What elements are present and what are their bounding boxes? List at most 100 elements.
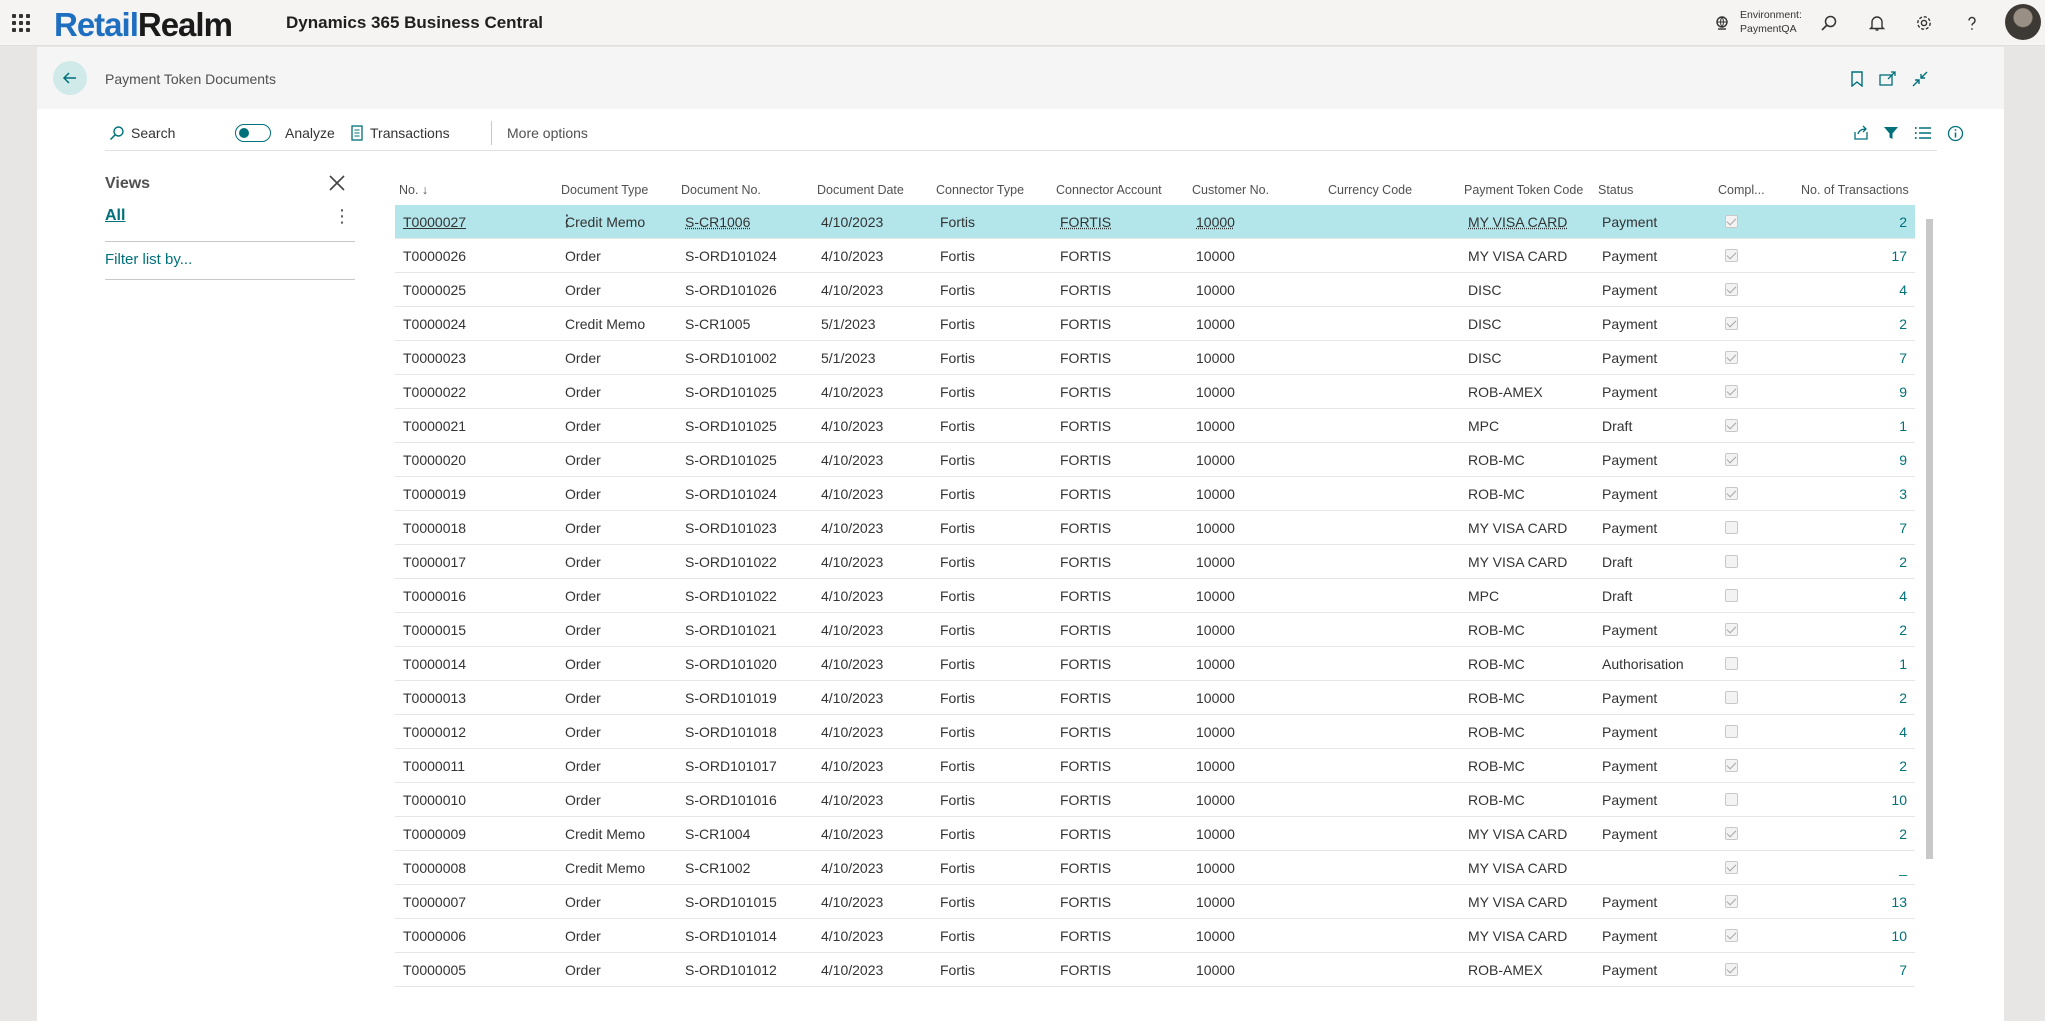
col-header-document-no[interactable]: Document No. xyxy=(681,183,761,197)
table-row[interactable]: T0000018 Order S-ORD101023 4/10/2023 Fortis F… xyxy=(395,511,1915,545)
col-header-connector-type[interactable]: Connector Type xyxy=(936,183,1024,197)
cell-no-of-transactions[interactable]: 2 xyxy=(1847,622,1907,638)
cell-no[interactable]: T0000013 xyxy=(403,690,466,706)
cell-no-of-transactions[interactable]: 1 xyxy=(1847,418,1907,434)
cell-no[interactable]: T0000008 xyxy=(403,860,466,876)
cell-no-of-transactions[interactable]: 3 xyxy=(1847,486,1907,502)
cell-no-of-transactions[interactable]: 2 xyxy=(1847,826,1907,842)
table-row[interactable]: T0000019 Order S-ORD101024 4/10/2023 Fortis F… xyxy=(395,477,1915,511)
cell-no[interactable]: T0000023 xyxy=(403,350,466,366)
cell-no-of-transactions[interactable]: 1 xyxy=(1847,656,1907,672)
cell-no[interactable]: T0000017 xyxy=(403,554,466,570)
cell-no[interactable]: T0000027 xyxy=(403,214,466,230)
bookmark-icon[interactable] xyxy=(1847,69,1867,89)
cell-no[interactable]: T0000014 xyxy=(403,656,466,672)
table-row[interactable]: T0000025 Order S-ORD101026 4/10/2023 Fortis F… xyxy=(395,273,1915,307)
col-header-customer-no[interactable]: Customer No. xyxy=(1192,183,1269,197)
waffle-icon[interactable] xyxy=(12,14,30,32)
avatar[interactable] xyxy=(2005,4,2041,40)
col-header-connector-account[interactable]: Connector Account xyxy=(1056,183,1162,197)
cell-no-of-transactions[interactable]: 2 xyxy=(1847,214,1907,230)
bell-icon[interactable] xyxy=(1866,12,1888,34)
table-row[interactable]: T0000022 Order S-ORD101025 4/10/2023 Fortis F… xyxy=(395,375,1915,409)
cell-no-of-transactions[interactable]: 4 xyxy=(1847,282,1907,298)
view-all-link[interactable]: All xyxy=(105,207,125,225)
table-row[interactable]: T0000021 Order S-ORD101025 4/10/2023 Fortis F… xyxy=(395,409,1915,443)
cell-no-of-transactions[interactable]: 7 xyxy=(1847,520,1907,536)
cell-no-of-transactions[interactable]: 10 xyxy=(1847,792,1907,808)
close-icon[interactable] xyxy=(327,173,347,193)
analyze-toggle[interactable]: Analyze xyxy=(235,123,335,143)
back-button[interactable] xyxy=(53,61,87,95)
col-header-currency-code[interactable]: Currency Code xyxy=(1328,183,1412,197)
cell-no[interactable]: T0000018 xyxy=(403,520,466,536)
more-options-button[interactable]: More options xyxy=(479,123,588,143)
open-new-window-icon[interactable] xyxy=(1878,69,1898,89)
table-row[interactable]: T0000013 Order S-ORD101019 4/10/2023 Fortis F… xyxy=(395,681,1915,715)
table-row[interactable]: T0000012 Order S-ORD101018 4/10/2023 Fortis F… xyxy=(395,715,1915,749)
col-header-document-date[interactable]: Document Date xyxy=(817,183,904,197)
table-row[interactable]: T0000017 Order S-ORD101022 4/10/2023 Fortis F… xyxy=(395,545,1915,579)
col-header-payment-token-code[interactable]: Payment Token Code xyxy=(1464,183,1583,197)
cell-no-of-transactions[interactable]: 4 xyxy=(1847,724,1907,740)
cell-no[interactable]: T0000022 xyxy=(403,384,466,400)
table-row[interactable]: T0000008 Credit Memo S-CR1002 4/10/2023 Fort… xyxy=(395,851,1915,885)
cell-no-of-transactions[interactable]: 9 xyxy=(1847,452,1907,468)
cell-no-of-transactions[interactable]: 2 xyxy=(1847,316,1907,332)
cell-no[interactable]: T0000012 xyxy=(403,724,466,740)
search-action[interactable]: Search xyxy=(109,123,175,143)
table-row[interactable]: T0000011 Order S-ORD101017 4/10/2023 Fortis F… xyxy=(395,749,1915,783)
share-icon[interactable] xyxy=(1852,123,1870,143)
table-row[interactable]: T0000005 Order S-ORD101012 4/10/2023 Fortis F… xyxy=(395,953,1915,987)
view-more-icon[interactable]: ⋮ xyxy=(333,206,351,227)
cell-no-of-transactions[interactable]: 10 xyxy=(1847,928,1907,944)
table-row[interactable]: T0000020 Order S-ORD101025 4/10/2023 Fortis F… xyxy=(395,443,1915,477)
row-actions-icon[interactable]: ⋮ xyxy=(559,211,575,231)
table-row[interactable]: T0000027 Credit Memo S-CR1006 4/10/2023 Fort… xyxy=(395,205,1915,239)
table-row[interactable]: T0000026 Order S-ORD101024 4/10/2023 Fortis F… xyxy=(395,239,1915,273)
cell-no-of-transactions[interactable]: 7 xyxy=(1847,350,1907,366)
cell-no-of-transactions[interactable]: 2 xyxy=(1847,554,1907,570)
filter-list-link[interactable]: Filter list by... xyxy=(105,251,192,268)
cell-no[interactable]: T0000026 xyxy=(403,248,466,264)
cell-no-of-transactions[interactable]: 2 xyxy=(1847,690,1907,706)
col-header-no[interactable]: No. ↓ xyxy=(399,183,428,197)
help-icon[interactable] xyxy=(1961,12,1983,34)
cell-no[interactable]: T0000024 xyxy=(403,316,466,332)
cell-no[interactable]: T0000015 xyxy=(403,622,466,638)
transactions-action[interactable]: Transactions xyxy=(350,123,450,143)
table-row[interactable]: T0000015 Order S-ORD101021 4/10/2023 Fortis F… xyxy=(395,613,1915,647)
cell-no[interactable]: T0000006 xyxy=(403,928,466,944)
cell-no[interactable]: T0000009 xyxy=(403,826,466,842)
scrollbar-thumb[interactable] xyxy=(1926,219,1933,859)
cell-no[interactable]: T0000010 xyxy=(403,792,466,808)
toggle-switch[interactable] xyxy=(235,124,271,142)
collapse-icon[interactable] xyxy=(1910,69,1930,89)
cell-no[interactable]: T0000020 xyxy=(403,452,466,468)
col-header-document-type[interactable]: Document Type xyxy=(561,183,648,197)
cell-no-of-transactions[interactable]: 2 xyxy=(1847,758,1907,774)
cell-no-of-transactions[interactable]: _ xyxy=(1847,860,1907,876)
vertical-scrollbar[interactable] xyxy=(1923,205,1935,1021)
col-header-status[interactable]: Status xyxy=(1598,183,1633,197)
cell-no[interactable]: T0000007 xyxy=(403,894,466,910)
cell-no-of-transactions[interactable]: 13 xyxy=(1847,894,1907,910)
cell-no-of-transactions[interactable]: 4 xyxy=(1847,588,1907,604)
table-row[interactable]: T0000016 Order S-ORD101022 4/10/2023 Fortis F… xyxy=(395,579,1915,613)
table-row[interactable]: T0000023 Order S-ORD101002 5/1/2023 Fortis FO… xyxy=(395,341,1915,375)
table-row[interactable]: T0000024 Credit Memo S-CR1005 5/1/2023 Forti… xyxy=(395,307,1915,341)
brand-logo[interactable]: RetailRealm xyxy=(54,6,233,44)
cell-no[interactable]: T0000016 xyxy=(403,588,466,604)
app-title[interactable]: Dynamics 365 Business Central xyxy=(286,13,543,33)
filter-icon[interactable] xyxy=(1883,123,1899,143)
table-row[interactable]: T0000007 Order S-ORD101015 4/10/2023 Fortis F… xyxy=(395,885,1915,919)
table-row[interactable]: T0000014 Order S-ORD101020 4/10/2023 Fortis F… xyxy=(395,647,1915,681)
cell-no-of-transactions[interactable]: 17 xyxy=(1847,248,1907,264)
cell-no-of-transactions[interactable]: 9 xyxy=(1847,384,1907,400)
table-row[interactable]: T0000009 Credit Memo S-CR1004 4/10/2023 Fort… xyxy=(395,817,1915,851)
cell-no[interactable]: T0000025 xyxy=(403,282,466,298)
table-row[interactable]: T0000006 Order S-ORD101014 4/10/2023 Fortis F… xyxy=(395,919,1915,953)
gear-icon[interactable] xyxy=(1913,12,1935,34)
col-header-no-of-transactions[interactable]: No. of Transactions xyxy=(1801,183,1909,197)
info-icon[interactable] xyxy=(1947,123,1964,143)
